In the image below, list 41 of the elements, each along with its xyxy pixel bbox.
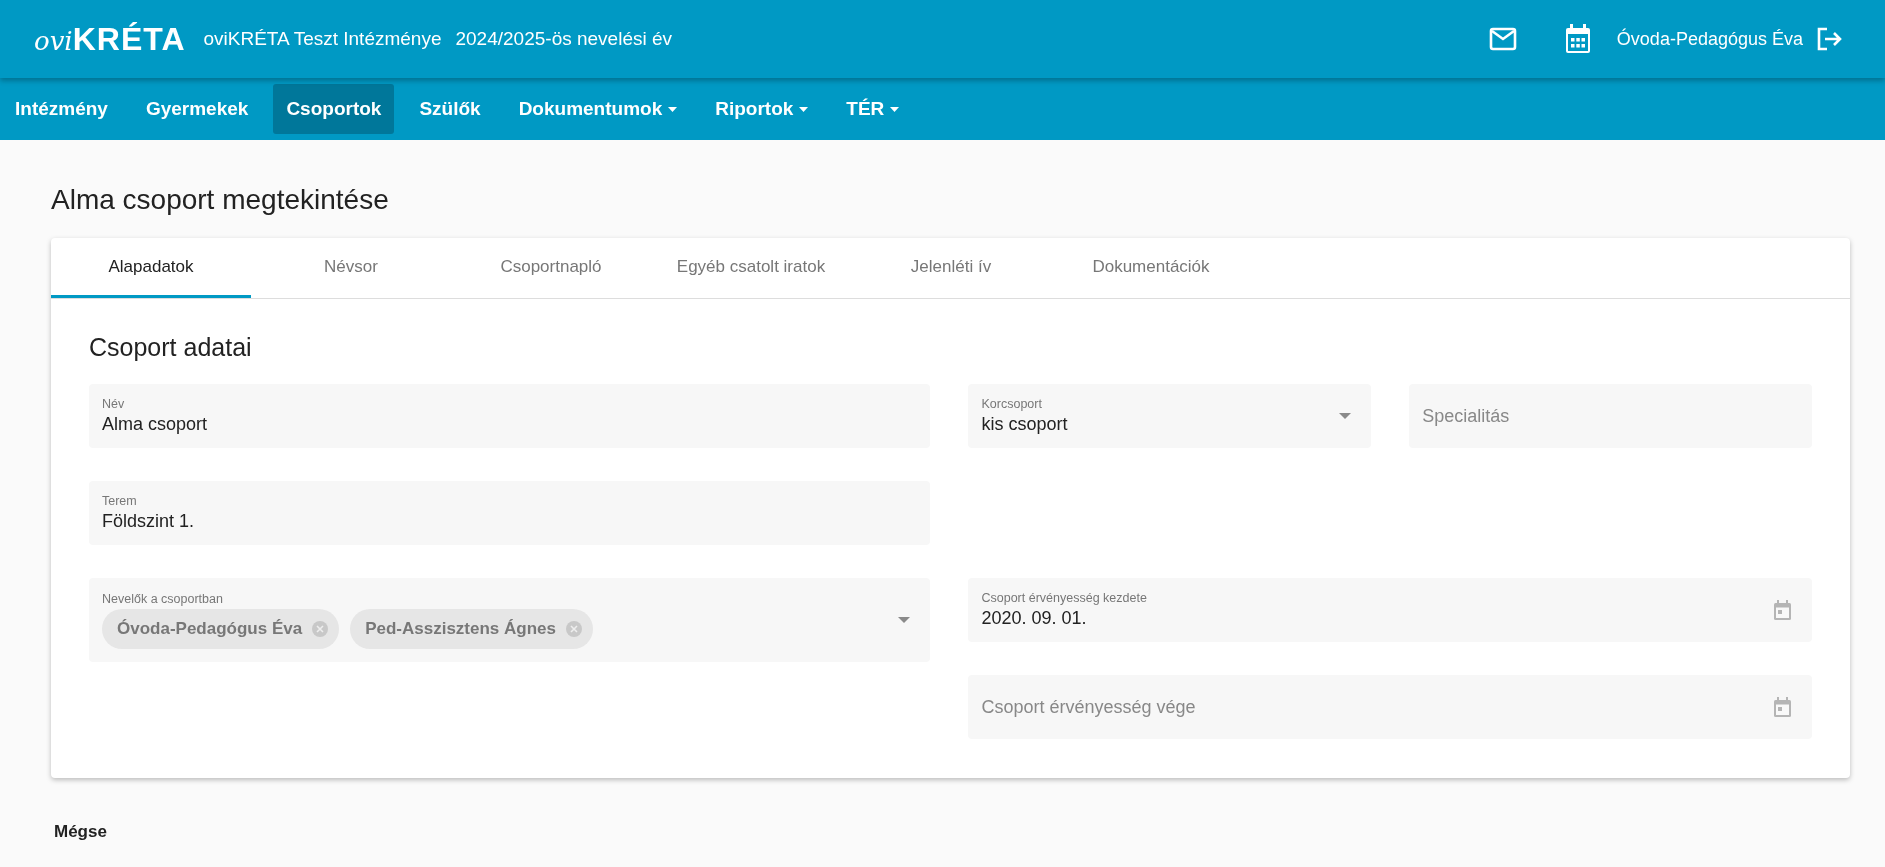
caret-icon [890, 106, 900, 112]
nav-item[interactable]: Gyermekek [132, 84, 262, 134]
date-field[interactable]: Csoport érvényesség vége [968, 675, 1812, 739]
school-year: 2024/2025-ös nevelési év [455, 28, 673, 50]
nav-item[interactable]: Riportok [702, 84, 822, 134]
nav-item[interactable]: TÉR [833, 84, 913, 134]
section-title: Csoport adatai [89, 333, 253, 362]
chip[interactable]: Ped-Asszisztens Ágnes [350, 608, 593, 649]
date-field[interactable]: Csoport érvényesség kezdete 2020. 09. 01. [968, 578, 1812, 642]
caret-icon [668, 106, 678, 112]
institution-name: oviKRÉTA Teszt Intézménye [203, 28, 442, 50]
chip[interactable]: Óvoda-Pedagógus Éva [102, 608, 340, 649]
tab[interactable]: Csoportnapló [451, 238, 651, 298]
dropdown-arrow-icon [1339, 413, 1352, 419]
dropdown-arrow-icon [898, 617, 911, 623]
calendar-icon[interactable] [1773, 696, 1792, 718]
caret-icon [799, 106, 809, 112]
input-field[interactable]: Név Alma csoport [89, 384, 931, 448]
input-field[interactable]: Terem Földszint 1. [89, 481, 931, 545]
tab[interactable]: Egyéb csatolt iratok [651, 238, 851, 298]
remove-icon[interactable] [566, 620, 582, 637]
tab[interactable]: Alapadatok [51, 238, 251, 298]
input-field[interactable]: Specialitás [1409, 384, 1812, 448]
logo[interactable]: oviKRÉTA [34, 20, 186, 58]
page-title: Alma csoport megtekintése [51, 184, 390, 217]
nav-item[interactable]: Intézmény [2, 84, 121, 134]
select-field[interactable]: Korcsoport kis csoport [968, 384, 1372, 448]
nav-item[interactable]: Dokumentumok [505, 84, 691, 134]
mail-icon[interactable] [1488, 27, 1517, 51]
calendar-icon[interactable] [1773, 599, 1792, 621]
cancel-button[interactable]: Mégse [51, 814, 110, 850]
tab[interactable]: Jelenléti ív [851, 238, 1051, 298]
calendar-icon[interactable] [1564, 24, 1591, 54]
tab[interactable]: Dokumentációk [1051, 238, 1251, 298]
tab[interactable]: Névsor [251, 238, 451, 298]
logout-icon[interactable] [1817, 27, 1843, 51]
multi-select-field[interactable]: Nevelők a csoportban Óvoda-Pedagógus Éva Ped-Asszisztens Ágnes [89, 578, 931, 662]
nav-item[interactable]: Csoportok [273, 84, 395, 134]
nav-item[interactable]: Szülők [406, 84, 494, 134]
remove-icon[interactable] [312, 620, 329, 637]
user-name[interactable]: Óvoda-Pedagógus Éva [1616, 28, 1803, 50]
